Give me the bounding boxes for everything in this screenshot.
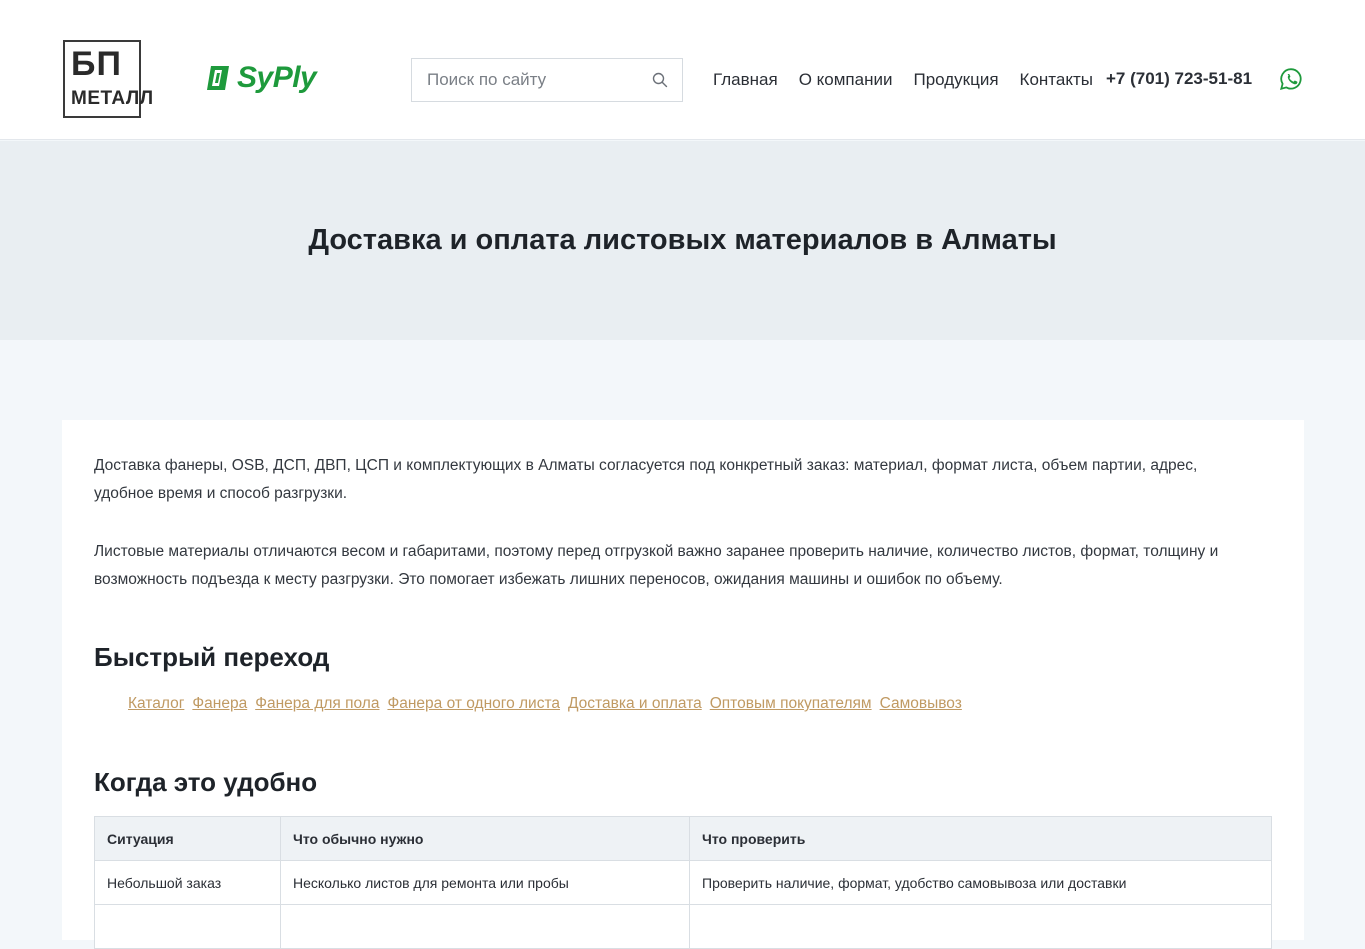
- syply-logo[interactable]: SyPly: [205, 60, 317, 96]
- quick-link-wholesale[interactable]: Оптовым покупателям: [710, 693, 872, 715]
- quick-link-catalog[interactable]: Каталог: [128, 693, 184, 715]
- search-icon[interactable]: [652, 72, 668, 88]
- info-paragraph: Листовые материалы отличаются весом и га…: [94, 543, 1219, 588]
- whatsapp-icon[interactable]: [1279, 67, 1303, 91]
- table-row: Небольшой заказ Несколько листов для рем…: [94, 860, 1272, 905]
- phone-link[interactable]: +7 (701) 723-51-81: [1106, 67, 1252, 91]
- nav-contacts[interactable]: Контакты: [1020, 68, 1093, 92]
- syply-logo-text: SyPly: [237, 61, 317, 94]
- syply-mark-icon: [205, 64, 231, 92]
- logo-bp-text: БП: [71, 45, 122, 83]
- bp-metall-logo[interactable]: БП МЕТАЛЛ: [63, 40, 153, 118]
- quick-nav-heading: Быстрый переход: [94, 642, 330, 672]
- when-convenient-heading: Когда это удобно: [94, 767, 318, 797]
- search-input[interactable]: [412, 59, 642, 101]
- nav-home[interactable]: Главная: [713, 68, 778, 92]
- table-cell: Проверить наличие, формат, удобство само…: [689, 860, 1272, 905]
- table-cell: [280, 904, 690, 949]
- content-card: Доставка фанеры, OSB, ДСП, ДВП, ЦСП и ко…: [62, 420, 1304, 949]
- page-title: Доставка и оплата листовых материалов в …: [308, 224, 1057, 256]
- table-header-row: Ситуация Что обычно нужно Что проверить: [94, 816, 1272, 861]
- intro-paragraph: Доставка фанеры, OSB, ДСП, ДВП, ЦСП и ко…: [94, 457, 1198, 502]
- main-nav: Главная О компании Продукция Контакты: [713, 68, 1114, 92]
- situations-table: Ситуация Что обычно нужно Что проверить …: [94, 816, 1272, 949]
- table-cell: [689, 904, 1272, 949]
- table-cell: Небольшой заказ: [94, 860, 281, 905]
- site-header: БП МЕТАЛЛ SyPly Главная О компании Проду…: [0, 0, 1365, 140]
- table-cell: Несколько листов для ремонта или пробы: [280, 860, 690, 905]
- quick-link-floor-plywood[interactable]: Фанера для пола: [255, 693, 379, 715]
- quick-link-pickup[interactable]: Самовывоз: [880, 693, 962, 715]
- table-header-needed: Что обычно нужно: [280, 816, 690, 861]
- nav-about[interactable]: О компании: [799, 68, 893, 92]
- page-hero: Доставка и оплата листовых материалов в …: [0, 141, 1365, 340]
- quick-link-single-sheet[interactable]: Фанера от одного листа: [387, 693, 560, 715]
- nav-products[interactable]: Продукция: [913, 68, 998, 92]
- table-row: [94, 904, 1272, 949]
- search-box: [411, 58, 683, 102]
- quick-link-plywood[interactable]: Фанера: [192, 693, 247, 715]
- logo-metall-text: МЕТАЛЛ: [71, 88, 154, 109]
- quick-link-delivery[interactable]: Доставка и оплата: [568, 693, 702, 715]
- table-header-check: Что проверить: [689, 816, 1272, 861]
- table-header-situation: Ситуация: [94, 816, 281, 861]
- quick-links: Каталог Фанера Фанера для пола Фанера от…: [128, 693, 970, 715]
- table-cell: [94, 904, 281, 949]
